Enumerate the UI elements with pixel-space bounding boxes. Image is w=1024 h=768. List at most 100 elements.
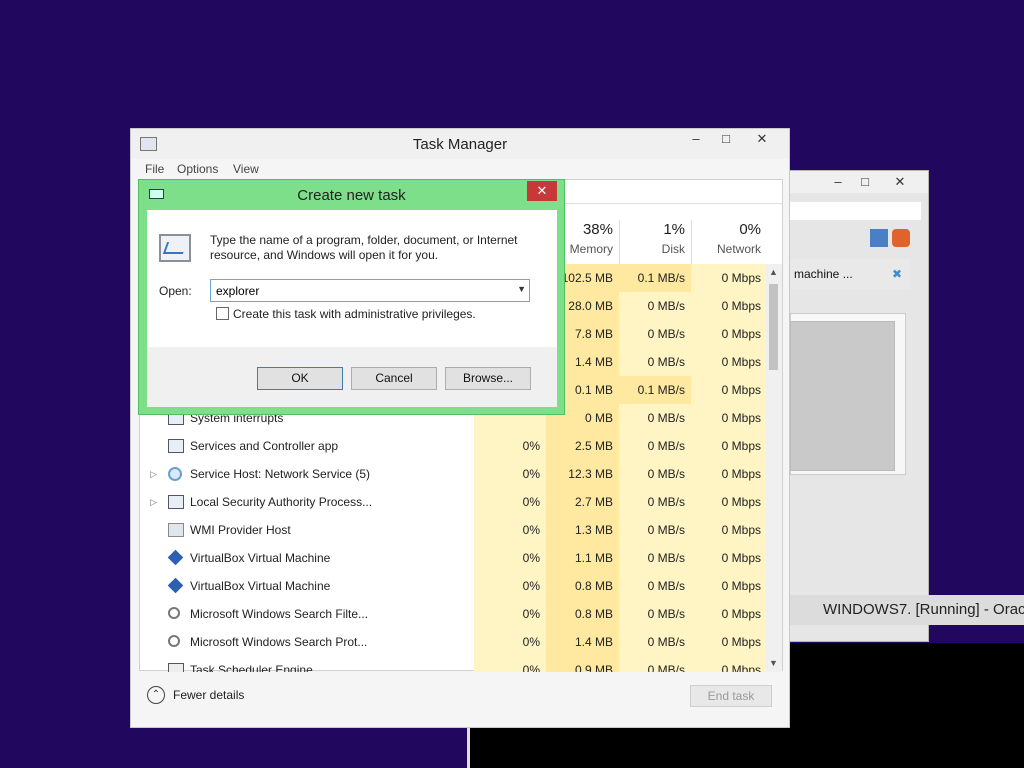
disk-cell: 0.1 MB/s — [619, 376, 691, 404]
network-cell: 0 Mbps — [691, 292, 765, 320]
cpu-cell: 0% — [474, 488, 546, 516]
minimize-button[interactable]: – — [681, 129, 711, 151]
dialog-close-button[interactable]: ✕ — [527, 181, 557, 201]
details-icon[interactable] — [870, 229, 888, 247]
cpu-cell: 0% — [474, 600, 546, 628]
cpu-cell: 0% — [474, 432, 546, 460]
vertical-scrollbar[interactable]: ▲ ▼ — [765, 264, 782, 672]
process-name: WMI Provider Host — [190, 523, 291, 537]
admin-privileges-checkbox[interactable] — [216, 307, 229, 320]
scroll-thumb[interactable] — [769, 284, 778, 370]
chevron-down-icon[interactable]: ▼ — [517, 284, 526, 294]
menu-file[interactable]: File — [145, 162, 164, 176]
maximize-button[interactable]: □ — [850, 171, 880, 193]
vm-window-titlebar[interactable]: WINDOWS7. [Running] - Oracl — [789, 595, 1024, 625]
dialog-button-bar: OK Cancel Browse... — [147, 347, 557, 407]
disk-cell: 0 MB/s — [619, 628, 691, 656]
network-percent: 0% — [739, 221, 761, 238]
admin-privileges-label[interactable]: Create this task with administrative pri… — [233, 307, 476, 321]
close-button[interactable]: ✕ — [739, 129, 785, 151]
open-combobox[interactable]: ▼ — [210, 279, 530, 302]
dialog-description: Type the name of a program, folder, docu… — [210, 233, 518, 262]
run-program-icon — [159, 234, 191, 262]
vm-list-item[interactable]: machine ... ✖ — [790, 259, 910, 289]
close-button[interactable]: ✕ — [885, 171, 915, 193]
process-name: Microsoft Windows Search Prot... — [190, 635, 368, 649]
minimize-button[interactable]: – — [823, 171, 853, 193]
expand-chevron-icon[interactable]: ▷ — [150, 460, 157, 488]
cpu-cell: 0% — [474, 656, 546, 672]
dialog-title: Create new task — [297, 187, 406, 204]
table-row[interactable]: VirtualBox Virtual Machine 0% 1.1 MB 0 MB/s… — [140, 544, 765, 572]
menu-bar: File Options View — [131, 159, 789, 179]
menu-options[interactable]: Options — [177, 162, 218, 176]
snapshots-icon[interactable] — [892, 229, 910, 247]
network-cell: 0 Mbps — [691, 404, 765, 432]
disk-cell: 0 MB/s — [619, 432, 691, 460]
expand-chevron-icon[interactable]: ▷ — [150, 488, 157, 516]
network-label: Network — [716, 242, 761, 256]
end-task-button[interactable]: End task — [690, 685, 772, 707]
disk-percent: 1% — [663, 221, 685, 238]
network-cell: 0 Mbps — [691, 572, 765, 600]
browse-button[interactable]: Browse... — [445, 367, 531, 390]
open-input[interactable] — [211, 280, 505, 301]
cpu-cell: 0% — [474, 544, 546, 572]
column-disk[interactable]: 1% Disk — [619, 220, 691, 264]
network-cell: 0 Mbps — [691, 432, 765, 460]
table-row[interactable]: VirtualBox Virtual Machine 0% 0.8 MB 0 MB/s… — [140, 572, 765, 600]
network-cell: 0 Mbps — [691, 376, 765, 404]
table-row[interactable]: Task Scheduler Engine 0% 0.9 MB 0 MB/s 0 Mbp… — [140, 656, 765, 672]
open-label: Open: — [159, 284, 192, 298]
scroll-up-icon[interactable]: ▲ — [765, 264, 782, 281]
scroll-down-icon[interactable]: ▼ — [765, 655, 782, 672]
network-cell: 0 Mbps — [691, 600, 765, 628]
disk-cell: 0 MB/s — [619, 544, 691, 572]
virtualbox-titlebar: – □ ✕ — [790, 171, 928, 193]
process-name: VirtualBox Virtual Machine — [190, 579, 331, 593]
chevron-up-icon[interactable]: ⌃ — [147, 686, 165, 704]
wmi-icon — [168, 523, 184, 537]
network-cell: 0 Mbps — [691, 348, 765, 376]
task-manager-titlebar: Task Manager – □ ✕ — [131, 129, 789, 159]
network-cell: 0 Mbps — [691, 628, 765, 656]
vm-preview-image — [790, 321, 895, 471]
cpu-cell: 0% — [474, 516, 546, 544]
vm-list-item-label: machine ... — [794, 267, 853, 281]
cpu-cell: 0% — [474, 628, 546, 656]
maximize-button[interactable]: □ — [711, 129, 741, 151]
table-row[interactable]: Microsoft Windows Search Prot... 0% 1.4 MB… — [140, 628, 765, 656]
task-manager-footer: ⌃ Fewer details End task — [131, 671, 789, 727]
create-new-task-dialog: Create new task ✕ Type the name of a pro… — [138, 179, 565, 415]
gear-icon — [168, 467, 182, 481]
disk-cell: 0 MB/s — [619, 572, 691, 600]
memory-cell: 2.7 MB — [546, 488, 619, 516]
cancel-button[interactable]: Cancel — [351, 367, 437, 390]
disk-cell: 0 MB/s — [619, 460, 691, 488]
network-cell: 0 Mbps — [691, 460, 765, 488]
disk-cell: 0.1 MB/s — [619, 264, 691, 292]
process-name: Local Security Authority Process... — [190, 495, 373, 509]
table-row[interactable]: Service Host: Network Service (5) ▷ 0% 12.3… — [140, 460, 765, 488]
menu-view[interactable]: View — [233, 162, 259, 176]
memory-cell: 12.3 MB — [546, 460, 619, 488]
memory-cell: 0.9 MB — [546, 656, 619, 672]
virtualbox-manager-window: – □ ✕ machine ... ✖ — [789, 170, 929, 642]
table-row[interactable]: Microsoft Windows Search Filte... 0% 0.8 M… — [140, 600, 765, 628]
ok-button[interactable]: OK — [257, 367, 343, 390]
memory-cell: 0.8 MB — [546, 600, 619, 628]
disk-cell: 0 MB/s — [619, 404, 691, 432]
network-cell: 0 Mbps — [691, 320, 765, 348]
disk-cell: 0 MB/s — [619, 348, 691, 376]
cpu-cell: 0% — [474, 572, 546, 600]
disk-cell: 0 MB/s — [619, 600, 691, 628]
disk-cell: 0 MB/s — [619, 516, 691, 544]
cpu-cell: 0% — [474, 460, 546, 488]
app-icon — [168, 495, 184, 509]
table-row[interactable]: Local Security Authority Process... ▷ 0% 2.… — [140, 488, 765, 516]
network-cell: 0 Mbps — [691, 656, 765, 672]
table-row[interactable]: WMI Provider Host 0% 1.3 MB 0 MB/s 0 Mbps — [140, 516, 765, 544]
table-row[interactable]: Services and Controller app 0% 2.5 MB 0 MB/… — [140, 432, 765, 460]
column-network[interactable]: 0% Network — [691, 220, 767, 264]
fewer-details-link[interactable]: Fewer details — [173, 688, 244, 702]
